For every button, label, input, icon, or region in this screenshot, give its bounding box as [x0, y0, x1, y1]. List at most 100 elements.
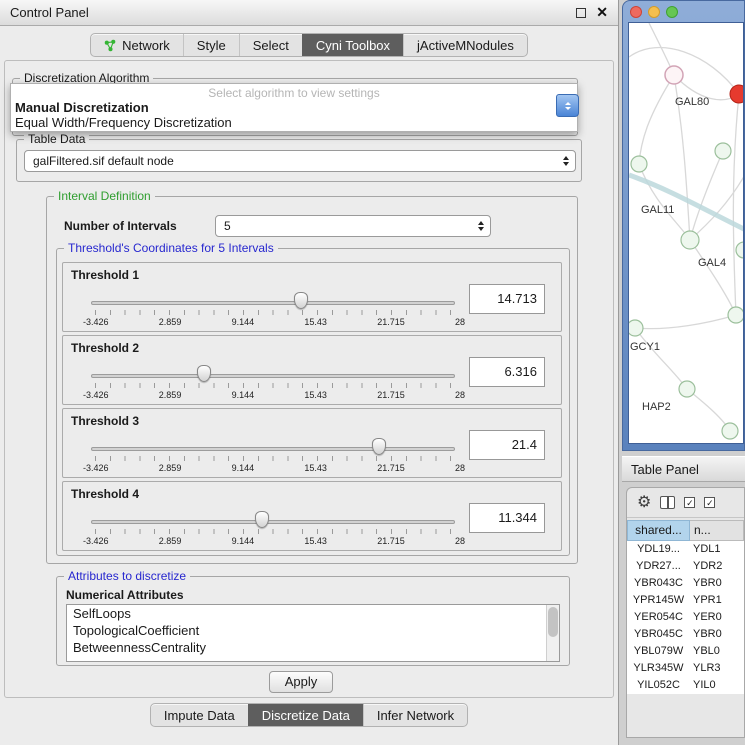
close-window-icon[interactable]: ✕	[596, 4, 608, 21]
apply-button[interactable]: Apply	[269, 671, 333, 693]
list-item[interactable]: SelfLoops	[67, 605, 559, 622]
dropdown-option-equal-width-frequency[interactable]: Equal Width/Frequency Discretization	[11, 115, 577, 130]
tab-infer-network[interactable]: Infer Network	[363, 704, 467, 726]
table-data-value: galFiltered.sif default node	[33, 154, 174, 168]
float-window-icon[interactable]	[576, 8, 586, 18]
network-canvas[interactable]: GAL80 GAL11 GAL4 GCY1 HAP2	[628, 22, 744, 444]
table-row[interactable]: YDR27...YDR2	[627, 558, 744, 575]
cell: YPR145W	[627, 592, 690, 609]
threshold-panel: Threshold 4 -3.4262.8599.14415.4321.7152…	[62, 481, 562, 551]
slider-track[interactable]	[91, 447, 455, 451]
column-header-name[interactable]: n...	[690, 520, 744, 541]
tab-discretize-data[interactable]: Discretize Data	[248, 704, 363, 726]
table-data-group-title: Table Data	[24, 132, 89, 146]
slider-track[interactable]	[91, 520, 455, 524]
tab-label: Impute Data	[164, 708, 235, 723]
cell: YDR2	[690, 558, 744, 575]
cell: YDR27...	[627, 558, 690, 575]
algorithm-combobox-button[interactable]	[556, 94, 579, 117]
slider-track[interactable]	[91, 301, 455, 305]
table-panel-titlebar: Table Panel	[622, 456, 745, 482]
tick-label: -3.426	[83, 317, 109, 327]
threshold-panel: Threshold 2 -3.4262.8599.14415.4321.7152…	[62, 335, 562, 405]
threshold-slider[interactable]: -3.4262.8599.14415.4321.71528	[91, 437, 455, 475]
threshold-slider[interactable]: -3.4262.8599.14415.4321.71528	[91, 364, 455, 402]
threshold-slider[interactable]: -3.4262.8599.14415.4321.71528	[91, 510, 455, 548]
checkbox-icon[interactable]: ✓	[704, 497, 715, 508]
table-row[interactable]: YBR043CYBR0	[627, 575, 744, 592]
table-data-combobox[interactable]: galFiltered.sif default node	[24, 150, 576, 172]
threshold-value-field[interactable]: 14.713	[469, 284, 545, 314]
network-node-labels: GAL80 GAL11 GAL4 GCY1 HAP2	[630, 96, 726, 413]
close-traffic-light-icon[interactable]	[630, 6, 642, 18]
tick-label: 28	[455, 390, 465, 400]
slider-thumb[interactable]	[294, 292, 308, 309]
tick-label: 2.859	[159, 536, 182, 546]
table-row[interactable]: YLR345WYLR3	[627, 660, 744, 677]
list-scrollbar[interactable]	[546, 605, 559, 661]
threshold-panel: Threshold 3 -3.4262.8599.14415.4321.7152…	[62, 408, 562, 478]
slider-thumb[interactable]	[255, 511, 269, 528]
gear-icon[interactable]: ⚙	[637, 495, 651, 511]
cell: YER0	[690, 609, 744, 626]
network-node[interactable]	[722, 423, 738, 439]
dropdown-option-manual-discretization[interactable]: Manual Discretization	[11, 100, 577, 115]
down-arrow-icon	[565, 107, 571, 110]
number-of-intervals-combobox[interactable]: 5	[215, 215, 491, 237]
table-row[interactable]: YDL19...YDL1	[627, 541, 744, 558]
threshold-slider[interactable]: -3.4262.8599.14415.4321.71528	[91, 291, 455, 329]
tab-cyni-toolbox[interactable]: Cyni Toolbox	[302, 34, 403, 56]
cell: YDL19...	[627, 541, 690, 558]
table-row[interactable]: YBR045CYBR0	[627, 626, 744, 643]
slider-ticks	[95, 310, 451, 315]
dropdown-placeholder-option[interactable]: Select algorithm to view settings	[11, 84, 577, 100]
network-node[interactable]	[629, 320, 643, 336]
minimize-traffic-light-icon[interactable]	[648, 6, 660, 18]
table-row[interactable]: YPR145WYPR1	[627, 592, 744, 609]
slider-thumb[interactable]	[197, 365, 211, 382]
slider-thumb[interactable]	[372, 438, 386, 455]
control-panel-titlebar: Control Panel ✕	[0, 0, 618, 26]
cell: YBL079W	[627, 643, 690, 660]
network-node[interactable]	[681, 231, 699, 249]
interval-definition-title: Interval Definition	[54, 189, 155, 203]
bottom-tab-bar: Impute Data Discretize Data Infer Networ…	[0, 703, 618, 727]
network-node[interactable]	[665, 66, 683, 84]
list-item[interactable]: TopologicalCoefficient	[67, 622, 559, 639]
network-node[interactable]	[728, 307, 744, 323]
slider-ticks	[95, 383, 451, 388]
columns-icon[interactable]	[660, 496, 675, 509]
column-header-shared-name[interactable]: shared...	[627, 520, 690, 541]
tab-label: Select	[253, 38, 289, 53]
checkbox-icon[interactable]: ✓	[684, 497, 695, 508]
table-row[interactable]: YIL052CYIL0	[627, 677, 744, 694]
network-node[interactable]	[631, 156, 647, 172]
top-tab-bar: Network Style Select Cyni Toolbox jActiv…	[0, 33, 618, 57]
up-arrow-icon	[565, 102, 571, 105]
threshold-value-field[interactable]: 6.316	[469, 357, 545, 387]
network-view-window: GAL80 GAL11 GAL4 GCY1 HAP2	[622, 0, 745, 451]
zoom-traffic-light-icon[interactable]	[666, 6, 678, 18]
tab-impute-data[interactable]: Impute Data	[151, 704, 248, 726]
algorithm-dropdown-popup: Select algorithm to view settings Manual…	[10, 83, 578, 132]
table-row[interactable]: YBL079WYBL0	[627, 643, 744, 660]
network-node[interactable]	[715, 143, 731, 159]
threshold-label: Threshold 2	[71, 341, 139, 355]
tab-label: Infer Network	[377, 708, 454, 723]
slider-tick-labels: -3.4262.8599.14415.4321.71528	[83, 317, 465, 327]
threshold-value-field[interactable]: 11.344	[469, 503, 545, 533]
network-node[interactable]	[736, 242, 744, 258]
threshold-value-field[interactable]: 21.4	[469, 430, 545, 460]
tick-label: 2.859	[159, 317, 182, 327]
list-item[interactable]: BetweennessCentrality	[67, 639, 559, 656]
slider-track[interactable]	[91, 374, 455, 378]
node-label: GAL11	[641, 204, 674, 216]
tab-network[interactable]: Network	[91, 34, 183, 56]
network-node[interactable]	[679, 381, 695, 397]
tab-select[interactable]: Select	[239, 34, 302, 56]
tab-jactivemnodules[interactable]: jActiveMNodules	[403, 34, 527, 56]
table-row[interactable]: YER054CYER0	[627, 609, 744, 626]
selected-network-node[interactable]	[730, 85, 744, 103]
scrollbar-thumb[interactable]	[548, 607, 558, 637]
tab-style[interactable]: Style	[183, 34, 239, 56]
